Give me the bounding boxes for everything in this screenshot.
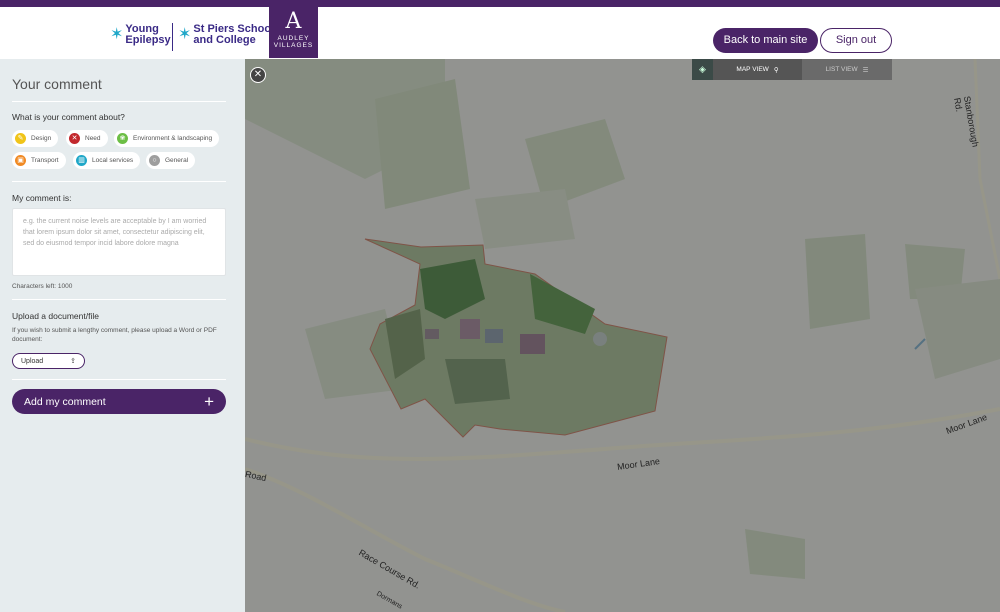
location-pin-icon: ⚲: [773, 66, 779, 74]
upload-button[interactable]: Upload ⇪: [12, 353, 85, 369]
map-canvas[interactable]: Moor Lane Moor Lane Race Course Rd. Road…: [245, 59, 1000, 612]
view-toggle: ◈ MAP VIEW ⚲ LIST VIEW ☰: [692, 59, 892, 80]
sidebar-title: Your comment: [12, 76, 102, 92]
need-icon: ✕: [69, 133, 80, 144]
leaf-icon: ❀: [117, 133, 128, 144]
plus-icon: +: [204, 392, 214, 411]
map-view-label: MAP VIEW: [736, 66, 769, 73]
site-header: ✶ Young Epilepsy ✶ St Piers School and C…: [0, 7, 1000, 59]
category-chip-general[interactable]: ○ General: [146, 152, 196, 169]
chip-label: Need: [85, 135, 101, 142]
car-icon: ▣: [15, 155, 26, 166]
comment-textarea[interactable]: e.g. the current noise levels are accept…: [12, 208, 226, 276]
map-view-button[interactable]: MAP VIEW ⚲: [713, 59, 802, 80]
list-view-label: LIST VIEW: [825, 66, 858, 73]
star-icon: ✶: [178, 26, 192, 43]
add-comment-label: Add my comment: [24, 395, 106, 408]
sign-out-button[interactable]: Sign out: [820, 28, 892, 53]
audley-villages-logo[interactable]: A AUDLEY VILLAGES: [269, 7, 318, 58]
pencil-icon: ✎: [15, 133, 26, 144]
list-view-button[interactable]: LIST VIEW ☰: [802, 59, 892, 80]
category-chip-design[interactable]: ✎ Design: [12, 130, 59, 147]
category-chip-environment[interactable]: ❀ Environment & landscaping: [114, 130, 220, 147]
logo-line: VILLAGES: [273, 42, 314, 49]
logo-line: Epilepsy: [125, 34, 171, 46]
close-panel-button[interactable]: ✕: [250, 67, 266, 83]
logo-divider: [172, 23, 173, 51]
comment-sidebar: Your comment What is your comment about?…: [0, 59, 245, 612]
divider: [12, 101, 226, 102]
general-icon: ○: [149, 155, 160, 166]
divider: [12, 181, 226, 182]
category-chip-transport[interactable]: ▣ Transport: [12, 152, 66, 169]
comment-label: My comment is:: [12, 193, 72, 203]
category-chip-local-services[interactable]: ▥ Local services: [73, 152, 141, 169]
characters-left: Characters left: 1000: [12, 283, 73, 290]
chip-label: General: [165, 157, 189, 164]
services-icon: ▥: [76, 155, 87, 166]
back-to-main-site-button[interactable]: Back to main site: [713, 28, 818, 53]
category-chip-need[interactable]: ✕ Need: [66, 130, 108, 147]
divider: [12, 299, 226, 300]
top-accent-bar: [0, 0, 1000, 7]
divider: [12, 379, 226, 380]
logo-line: AUDLEY: [277, 35, 310, 42]
chip-label: Environment & landscaping: [133, 135, 213, 142]
upload-title: Upload a document/file: [12, 311, 99, 321]
list-icon: ☰: [862, 66, 869, 74]
chip-label: Design: [31, 135, 52, 142]
about-label: What is your comment about?: [12, 112, 125, 122]
logo-letter: A: [285, 9, 302, 34]
map-dim-overlay: [245, 59, 1000, 612]
chip-label: Transport: [31, 157, 59, 164]
add-comment-button[interactable]: Add my comment +: [12, 389, 226, 414]
upload-icon: ⇪: [70, 358, 76, 365]
layers-icon[interactable]: ◈: [692, 59, 713, 80]
logo-line: and College: [193, 34, 256, 46]
upload-hint: If you wish to submit a lengthy comment,…: [12, 327, 217, 343]
upload-label: Upload: [21, 357, 44, 365]
star-icon: ✶: [110, 26, 124, 43]
chip-label: Local services: [92, 157, 134, 164]
st-piers-logo[interactable]: ✶ St Piers School and College: [178, 24, 274, 46]
young-epilepsy-logo[interactable]: ✶ Young Epilepsy: [110, 24, 171, 46]
